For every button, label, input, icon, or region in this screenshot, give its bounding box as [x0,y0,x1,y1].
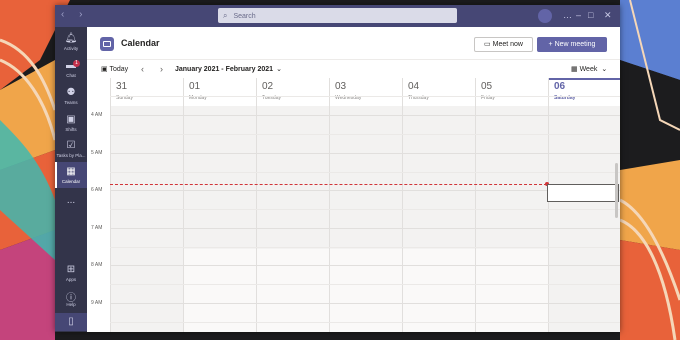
more-icon: ... [66,195,76,206]
meet-now-button[interactable]: ▭ Meet now [474,37,533,52]
hour-line [110,303,620,304]
day-header[interactable]: 06 Saturday [548,78,620,106]
day-column[interactable] [475,106,548,332]
minimize-icon[interactable]: – [576,10,581,20]
search-icon: ⌕ [223,11,228,20]
shifts-icon: ▣ [66,114,76,125]
day-number: 04 [408,81,420,92]
half-hour-line [110,209,620,210]
today-icon: ▣ [101,66,108,73]
half-hour-line [110,284,620,285]
day-column[interactable] [110,106,183,332]
hour-line [110,115,620,116]
half-hour-line [110,247,620,248]
page-title: Calendar [121,38,160,48]
hour-line [110,153,620,154]
maximize-icon[interactable]: □ [588,10,593,20]
day-number: 01 [189,81,201,92]
hour-line [110,190,620,191]
current-time-line [110,184,547,185]
calendar-icon: ▦ [66,166,76,177]
bell-icon: 🔔︎ [64,33,78,44]
time-label: 6 AM [91,187,103,193]
today-indicator [549,78,620,80]
rail-item-apps[interactable]: ⊞ Apps [55,264,87,286]
day-number: 31 [116,81,128,92]
hour-line [110,265,620,266]
rail-item-shifts[interactable]: ▣ Shifts [55,114,87,136]
view-selector[interactable]: ▦ Week ⌄ [571,65,607,73]
teams-window: ‹ › ⌕ Search … – □ ✕ 🔔︎ Activity ▬ 1 Cha… [55,5,620,332]
time-label: 9 AM [91,300,103,306]
half-hour-line [110,322,620,323]
selected-time-slot[interactable] [547,184,619,202]
chat-badge: 1 [73,60,80,67]
rail-item-help[interactable]: ⓘ Help [55,289,87,311]
time-label: 5 AM [91,150,103,156]
half-hour-line [110,172,620,173]
apps-icon: ⊞ [66,264,76,275]
day-header[interactable]: 31 Sunday [110,78,183,106]
hour-line [110,228,620,229]
calendar-app-icon [100,37,114,51]
day-header[interactable]: 05 Friday [475,78,548,106]
search-input[interactable]: ⌕ Search [218,8,457,23]
date-range-picker[interactable]: January 2021 - February 2021 ⌄ [175,65,282,73]
help-icon: ⓘ [66,293,76,304]
calendar-main: Calendar ▭ Meet now + New meeting ▣ Toda… [87,27,620,332]
chevron-down-icon: ⌄ [601,66,608,73]
close-icon[interactable]: ✕ [604,10,612,21]
time-label: 7 AM [91,225,103,231]
back-forward-icons[interactable]: ‹ › [61,9,88,20]
plus-icon: + [548,41,553,48]
day-number: 06 [554,81,566,92]
search-placeholder: Search [233,13,256,20]
day-header[interactable]: 01 Monday [183,78,256,106]
next-week-icon[interactable]: › [160,64,163,74]
day-number: 02 [262,81,274,92]
active-indicator [55,162,57,188]
rail-item-activity[interactable]: 🔔︎ Activity [55,33,87,55]
new-meeting-button[interactable]: + New meeting [537,37,607,52]
tasks-icon: ☑ [66,140,76,151]
day-column[interactable] [329,106,402,332]
vertical-scrollbar[interactable] [615,163,618,218]
day-header[interactable]: 03 Wednesday [329,78,402,106]
avatar[interactable] [538,9,552,23]
video-camera-icon: ▭ [484,41,491,48]
week-grid: 31 Sunday 01 Monday 02 Tuesday 03 Wednesday 04 Th… [87,78,620,332]
previous-week-icon[interactable]: ‹ [141,64,144,74]
title-bar: ‹ › ⌕ Search … – □ ✕ [55,5,620,27]
rail-item-tasks[interactable]: ☑ Tasks by Pla... [55,140,87,162]
time-label: 4 AM [91,112,103,118]
more-options-icon[interactable]: … [563,10,572,20]
app-rail: 🔔︎ Activity ▬ 1 Chat ⚉ Teams ▣ Shifts ☑ … [55,27,87,332]
day-column[interactable] [256,106,329,332]
rail-item-more[interactable]: ... [55,195,87,209]
half-hour-line [110,96,620,97]
day-number: 03 [335,81,347,92]
device-icon: ▯ [68,316,74,327]
today-button[interactable]: ▣ Today [101,65,128,73]
day-header[interactable]: 02 Tuesday [256,78,329,106]
day-column[interactable] [183,106,256,332]
rail-item-calendar[interactable]: ▦ Calendar [55,162,87,188]
teams-icon: ⚉ [66,87,76,98]
view-icon: ▦ [571,66,578,73]
rail-item-teams[interactable]: ⚉ Teams [55,87,87,109]
day-column[interactable] [402,106,475,332]
chat-icon: ▬ [66,60,76,71]
chevron-down-icon: ⌄ [276,66,282,73]
rail-item-device[interactable]: ▯ [55,313,87,331]
half-hour-line [110,134,620,135]
calendar-toolbar: ▣ Today ‹ › January 2021 - February 2021… [87,59,620,78]
time-label: 8 AM [91,262,103,268]
day-column[interactable] [548,106,620,332]
rail-item-chat[interactable]: ▬ 1 Chat [55,60,87,82]
day-header[interactable]: 04 Thursday [402,78,475,106]
day-number: 05 [481,81,493,92]
